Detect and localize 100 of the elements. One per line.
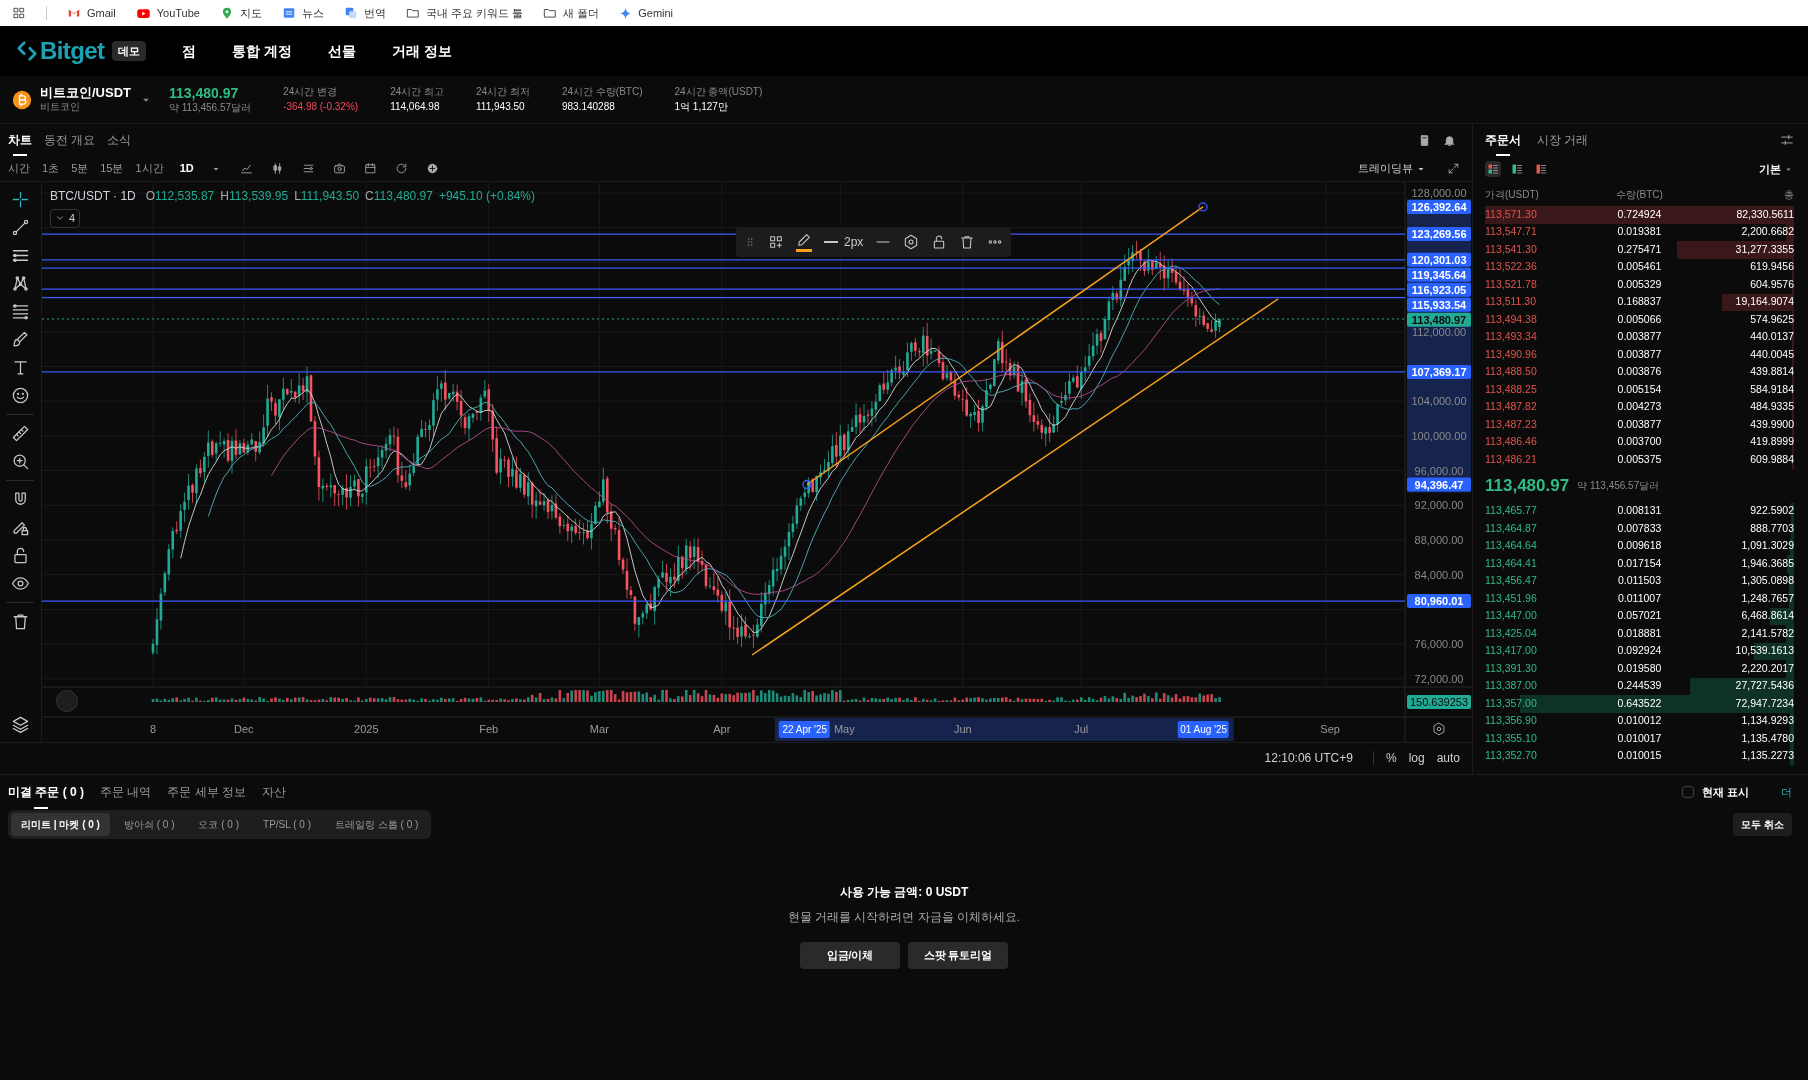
calculator-icon[interactable] bbox=[1418, 133, 1431, 147]
translate-icon[interactable] bbox=[343, 6, 358, 20]
order-book-row[interactable]: 113,464.87 0.007833 888.7703 bbox=[1485, 520, 1794, 538]
bookmark-link[interactable]: Gmail bbox=[67, 4, 116, 22]
settings-icon[interactable] bbox=[903, 234, 920, 250]
sliders-icon[interactable] bbox=[1780, 133, 1794, 147]
order-filter-tab[interactable]: 방아쇠 ( 0 ) bbox=[113, 812, 185, 836]
order-book-row[interactable]: 113,486.21 0.005375 609.9884 bbox=[1485, 451, 1794, 469]
orders-tab[interactable]: 주문 내역 bbox=[100, 775, 152, 809]
nav-link[interactable]: 통합 계정 bbox=[232, 40, 293, 62]
order-book-row[interactable]: 113,487.82 0.004273 484.9335 bbox=[1485, 398, 1794, 416]
order-book-row[interactable]: 113,571.30 0.724924 82,330.5611 bbox=[1485, 206, 1794, 224]
order-book-row[interactable]: 113,541.30 0.275471 31,277.3355 bbox=[1485, 241, 1794, 259]
order-book-row[interactable]: 113,487.23 0.003877 439.9900 bbox=[1485, 416, 1794, 434]
logo[interactable]: Bitget bbox=[16, 33, 105, 69]
order-book-row[interactable]: 113,425.04 0.018881 2,141.5782 bbox=[1485, 625, 1794, 643]
order-book-row[interactable]: 113,494.38 0.005066 574.9625 bbox=[1485, 311, 1794, 329]
news-icon[interactable] bbox=[281, 6, 296, 20]
order-book-row[interactable]: 113,355.10 0.010017 1,135.4780 bbox=[1485, 730, 1794, 748]
ruler-icon[interactable] bbox=[11, 424, 30, 443]
grouping-dropdown[interactable]: 기본 bbox=[1759, 160, 1794, 178]
layers-icon[interactable] bbox=[11, 715, 30, 734]
bookmark-link[interactable]: Gemini bbox=[619, 4, 674, 22]
fibonacci-icon[interactable] bbox=[11, 302, 30, 321]
cancel-all-button[interactable]: 모두 취소 bbox=[1733, 812, 1792, 836]
scale-option-button[interactable]: auto bbox=[1436, 748, 1460, 767]
crosshair-icon[interactable] bbox=[11, 190, 30, 209]
interval-button[interactable]: 15분 bbox=[100, 160, 124, 177]
nav-link[interactable]: 선물 bbox=[328, 40, 357, 62]
chart-tab[interactable]: 차트 bbox=[8, 124, 32, 156]
order-book-row[interactable]: 113,451.96 0.011007 1,248.7657 bbox=[1485, 590, 1794, 608]
order-book-tab[interactable]: 시장 거래 bbox=[1537, 124, 1589, 156]
order-book-row[interactable]: 113,511.30 0.168837 19,164.9074 bbox=[1485, 293, 1794, 311]
indicator-toggle-button[interactable]: 4 bbox=[49, 209, 81, 228]
order-book-row[interactable]: 113,488.50 0.003876 439.8814 bbox=[1485, 363, 1794, 381]
indicator-chart-icon[interactable] bbox=[239, 162, 253, 175]
bookmark-link[interactable]: 번역 bbox=[343, 4, 386, 22]
order-book-row[interactable]: 113,464.64 0.009618 1,091.3029 bbox=[1485, 537, 1794, 555]
template-icon[interactable] bbox=[301, 162, 315, 175]
bell-icon[interactable] bbox=[1443, 133, 1456, 147]
order-book-row[interactable]: 113,456.47 0.011503 1,305.0898 bbox=[1485, 572, 1794, 590]
add-grid-icon[interactable] bbox=[767, 234, 784, 250]
order-book-row[interactable]: 113,522.36 0.005461 619.9456 bbox=[1485, 258, 1794, 276]
emoji-icon[interactable] bbox=[11, 386, 30, 405]
settings-icon[interactable] bbox=[1431, 722, 1446, 736]
pair-name[interactable]: 비트코인/USDT bbox=[40, 85, 131, 102]
interval-button[interactable]: 1D bbox=[175, 160, 198, 177]
apps-grid-icon[interactable] bbox=[12, 6, 26, 20]
order-book-row[interactable]: 113,486.46 0.003700 419.8999 bbox=[1485, 433, 1794, 451]
order-book-tab[interactable]: 주문서 bbox=[1485, 124, 1521, 156]
order-book-row[interactable]: 113,357.00 0.643522 72,947.7234 bbox=[1485, 695, 1794, 713]
chart-tab[interactable]: 소식 bbox=[107, 124, 132, 156]
scale-option-button[interactable]: % bbox=[1385, 748, 1397, 767]
replay-icon[interactable] bbox=[394, 162, 408, 175]
interval-button[interactable]: 5분 bbox=[71, 160, 89, 177]
order-book-row[interactable]: 113,391.30 0.019580 2,220.2017 bbox=[1485, 660, 1794, 678]
interval-button[interactable]: 1초 bbox=[42, 160, 60, 177]
interval-button[interactable]: 1시간 bbox=[135, 160, 164, 177]
bookmark-link[interactable]: YouTube bbox=[135, 4, 200, 22]
order-filter-tab[interactable]: 오코 ( 0 ) bbox=[188, 812, 250, 836]
folder-icon[interactable] bbox=[543, 6, 558, 20]
trend-line[interactable] bbox=[802, 202, 1208, 490]
pattern-icon[interactable] bbox=[11, 274, 30, 293]
order-book-row[interactable]: 113,387.00 0.244539 27,727.5436 bbox=[1485, 677, 1794, 695]
trash-icon[interactable] bbox=[11, 612, 30, 631]
order-book-row[interactable]: 113,521.78 0.005329 604.9576 bbox=[1485, 276, 1794, 294]
order-book-row[interactable]: 113,493.34 0.003877 440.0137 bbox=[1485, 328, 1794, 346]
orders-tab[interactable]: 미결 주문 ( 0 ) bbox=[8, 775, 84, 809]
order-book-row[interactable]: 113,465.77 0.008131 922.5902 bbox=[1485, 502, 1794, 520]
action-button[interactable]: 스팟 튜토리얼 bbox=[908, 942, 1008, 970]
order-book-row[interactable]: 113,417.00 0.092924 10,539.1613 bbox=[1485, 642, 1794, 660]
view-mode-button[interactable] bbox=[1485, 161, 1501, 177]
folder-icon[interactable] bbox=[405, 6, 420, 20]
bookmark-link[interactable]: 지도 bbox=[219, 4, 262, 22]
more-link[interactable]: 더 bbox=[1781, 783, 1792, 801]
trash-icon[interactable] bbox=[959, 234, 976, 250]
show-current-checkbox[interactable]: 현재 표시 bbox=[1681, 783, 1749, 801]
camera-icon[interactable] bbox=[332, 162, 346, 175]
action-button[interactable]: 입금/이체 bbox=[800, 942, 900, 970]
expand-icon[interactable] bbox=[1447, 162, 1460, 175]
bookmark-link[interactable]: 새 폴더 bbox=[543, 4, 600, 22]
order-book-row[interactable]: 113,488.25 0.005154 584.9184 bbox=[1485, 381, 1794, 399]
order-book-row[interactable]: 113,464.41 0.017154 1,946.3685 bbox=[1485, 555, 1794, 573]
orders-tab[interactable]: 자산 bbox=[262, 775, 287, 809]
line-width-button[interactable]: 2px bbox=[823, 233, 864, 251]
scale-option-button[interactable]: log bbox=[1408, 748, 1425, 767]
bookmark-link[interactable]: 국내 주요 키워드 툴 bbox=[405, 4, 524, 22]
trend-line-icon[interactable] bbox=[11, 218, 30, 237]
nav-link[interactable]: 거래 정보 bbox=[392, 40, 453, 62]
order-filter-tab[interactable]: 리미트 | 마켓 ( 0 ) bbox=[11, 812, 110, 836]
brush-icon[interactable] bbox=[11, 330, 30, 349]
order-book-row[interactable]: 113,352.70 0.010015 1,135.2273 bbox=[1485, 747, 1794, 765]
lock-icon[interactable] bbox=[11, 546, 30, 565]
zoom-in-icon[interactable] bbox=[11, 452, 30, 471]
order-book-row[interactable]: 113,356.90 0.010012 1,134.9293 bbox=[1485, 712, 1794, 730]
text-tool-icon[interactable] bbox=[11, 358, 30, 377]
chart-tab[interactable]: 동전 개요 bbox=[44, 124, 96, 156]
order-book-row[interactable]: 113,447.00 0.057021 6,468.8614 bbox=[1485, 607, 1794, 625]
order-book-row[interactable]: 113,547.71 0.019381 2,200.6682 bbox=[1485, 223, 1794, 241]
order-filter-tab[interactable]: TP/SL ( 0 ) bbox=[253, 812, 322, 836]
